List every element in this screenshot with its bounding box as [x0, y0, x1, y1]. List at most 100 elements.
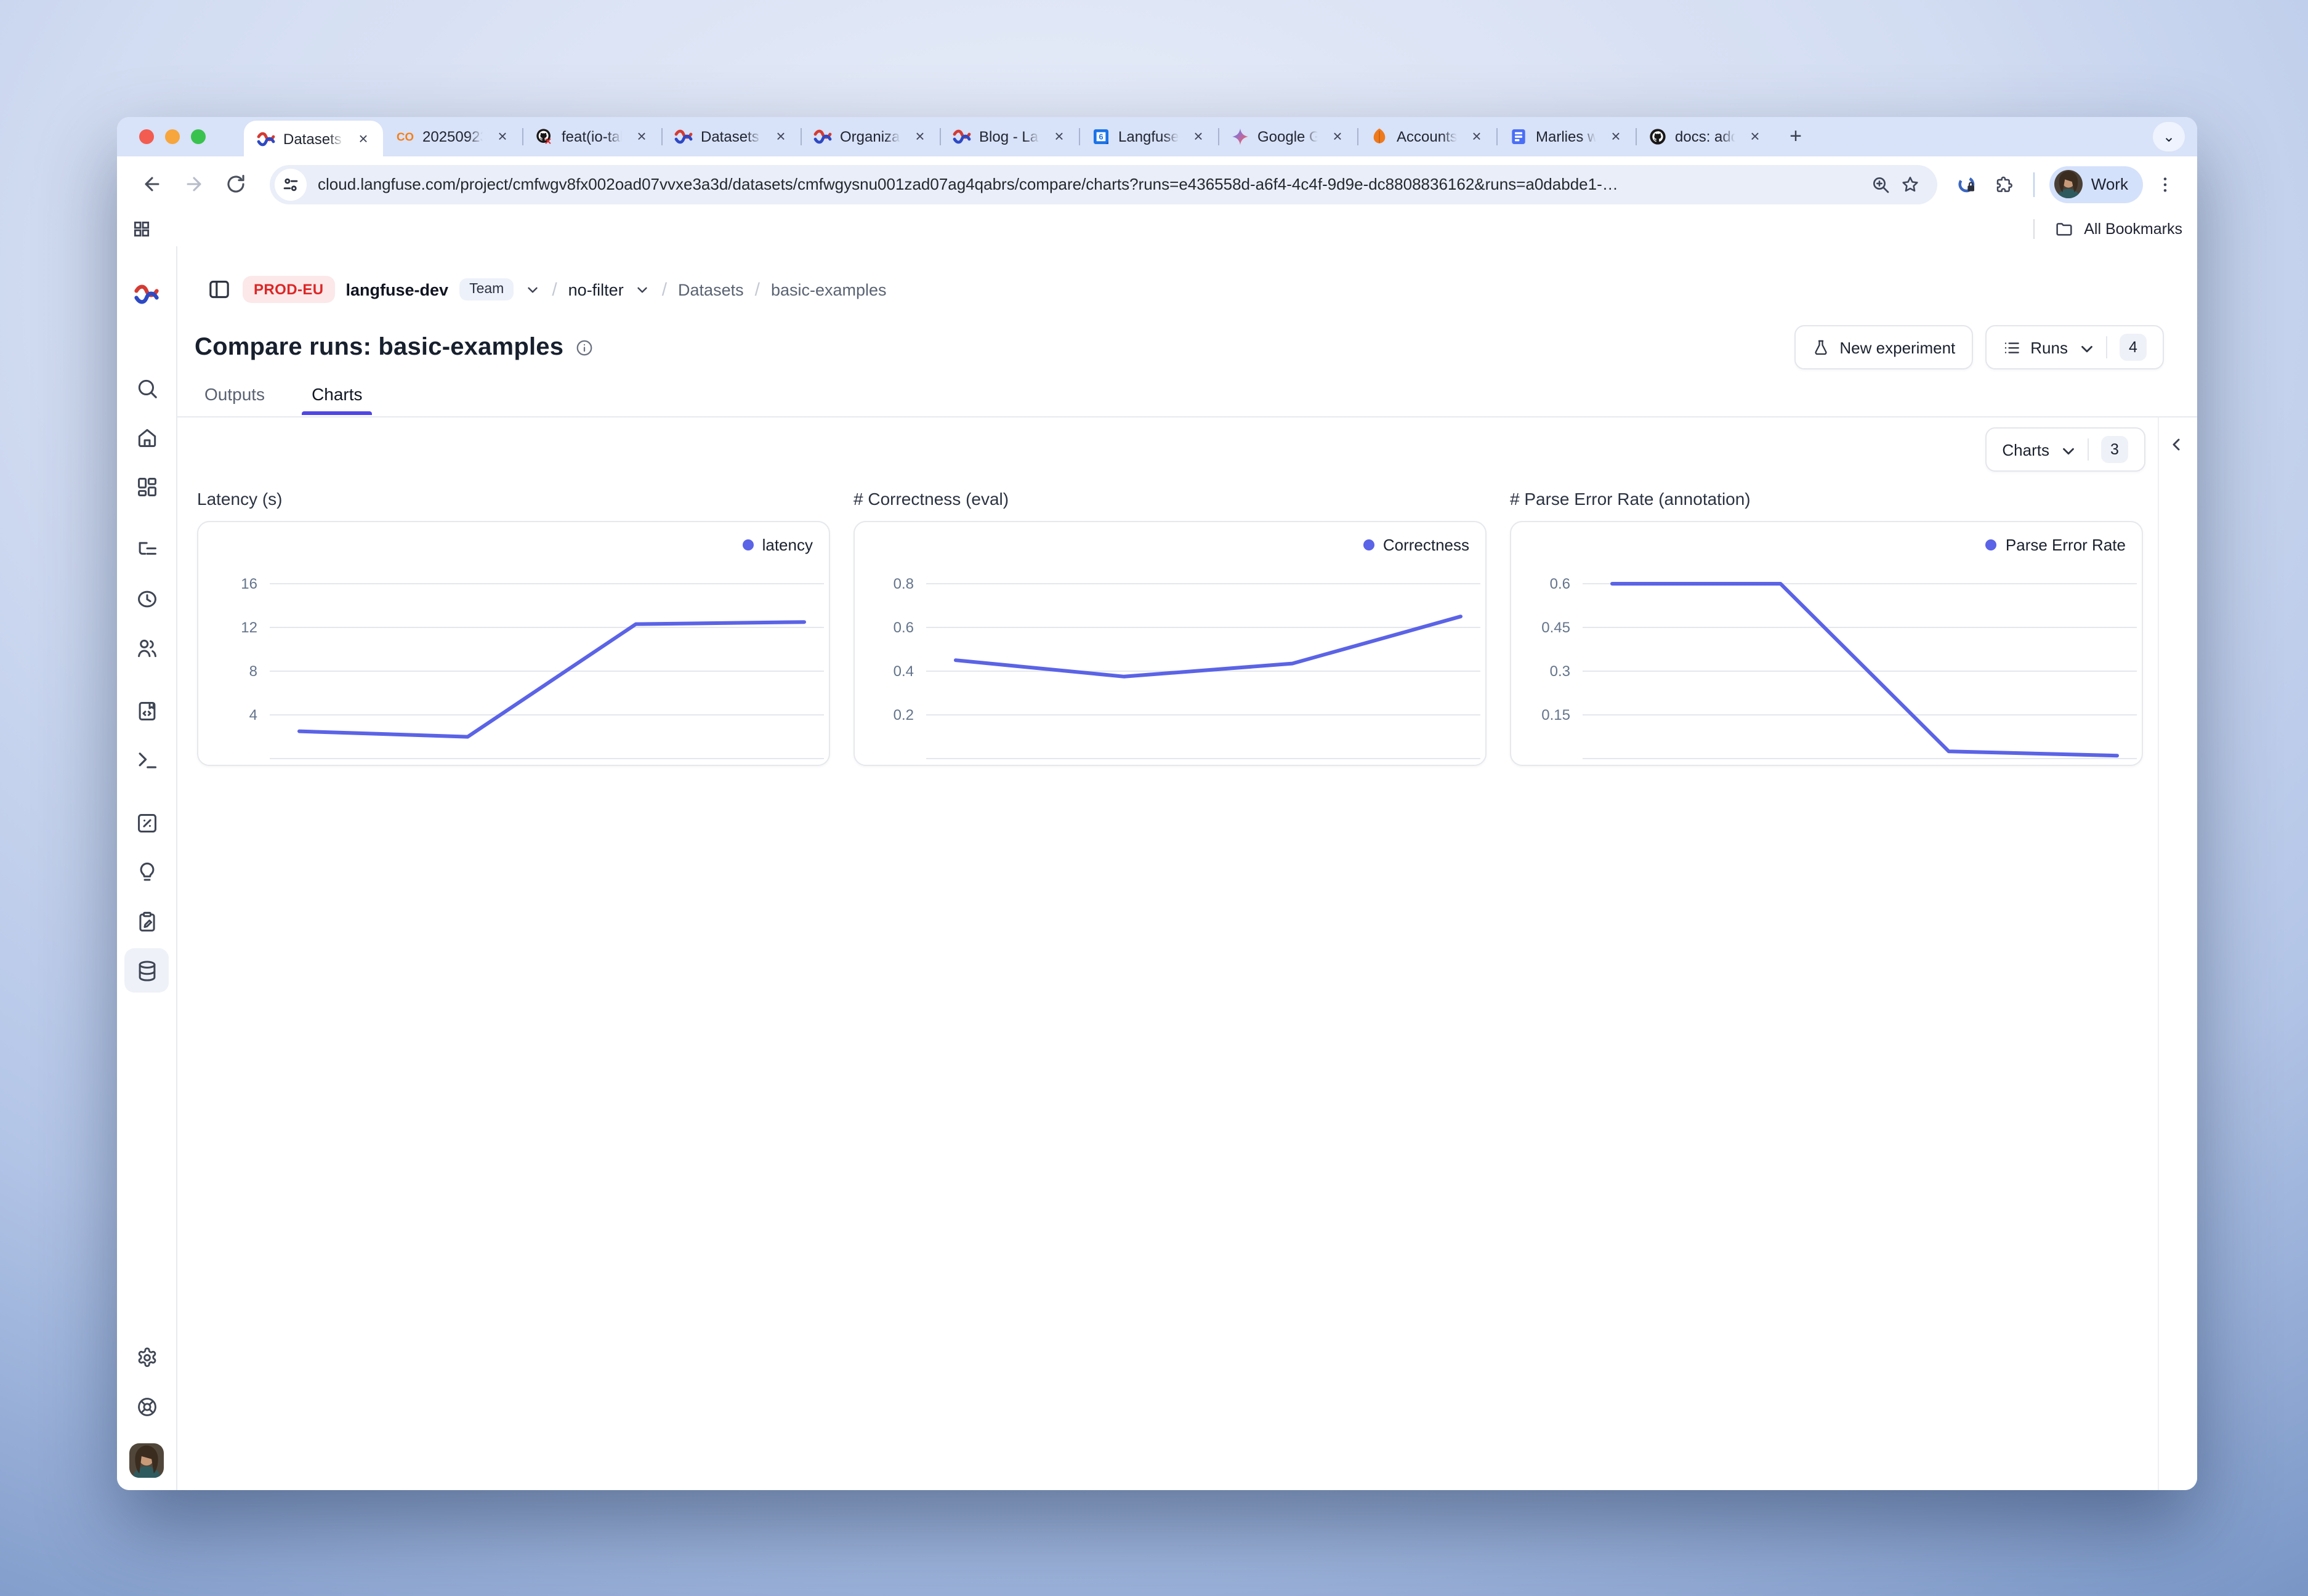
chart-group-1: # Correctness (eval) Correctness0.80.60.4…: [853, 472, 1487, 766]
back-button[interactable]: [134, 167, 169, 201]
browser-tab-0[interactable]: Datasets | L ×: [244, 121, 383, 156]
y-tick-label: 0.6: [894, 619, 914, 636]
sidebar-item-prompts[interactable]: [124, 686, 169, 735]
tab-close-icon[interactable]: ×: [910, 127, 930, 147]
sidebar-item-annotation[interactable]: [124, 897, 169, 946]
sidebar-item-home[interactable]: [124, 413, 169, 462]
y-tick-label: 0.2: [894, 707, 914, 723]
chevron-down-icon: [2078, 339, 2094, 355]
minimize-window-button[interactable]: [165, 129, 180, 144]
sidebar-item-search[interactable]: [124, 363, 169, 413]
browser-tab-10[interactable]: docs: add g×: [1636, 117, 1775, 156]
browser-menu-icon[interactable]: [2150, 169, 2180, 199]
environment-badge[interactable]: PROD-EU: [243, 276, 335, 303]
page-title: Compare runs: basic-examples: [195, 333, 563, 361]
onepassword-extension-icon[interactable]: [1952, 169, 1982, 199]
langfuse-favicon: [256, 129, 276, 148]
browser-tab-2[interactable]: ✕feat(io-tab×: [522, 117, 661, 156]
zoom-page-icon[interactable]: [1866, 169, 1895, 199]
tab-close-icon[interactable]: ×: [1049, 127, 1069, 147]
chart-card[interactable]: Parse Error Rate0.60.450.30.15: [1510, 521, 2143, 766]
browser-tab-5[interactable]: Blog - Lang×: [940, 117, 1079, 156]
address-bar[interactable]: cloud.langfuse.com/project/cmfwgv8fx002o…: [270, 164, 1937, 204]
dashboard-icon: [135, 475, 158, 498]
bookmark-star-icon[interactable]: [1895, 169, 1925, 199]
runs-dropdown-button[interactable]: Runs 4: [1985, 325, 2164, 369]
tab-close-icon[interactable]: ×: [1188, 127, 1208, 147]
chart-card[interactable]: Correctness0.80.60.40.2: [853, 521, 1487, 766]
tab-close-icon[interactable]: ×: [493, 127, 512, 147]
tab-close-icon[interactable]: ×: [1745, 127, 1765, 147]
tab-outputs[interactable]: Outputs: [197, 384, 272, 415]
sidebar-item-scores[interactable]: [124, 798, 169, 847]
extensions-puzzle-icon[interactable]: [1989, 169, 2019, 199]
sidebar-item-tracing[interactable]: [124, 525, 169, 574]
sidebar-item-datasets[interactable]: [124, 948, 169, 993]
browser-tab-7[interactable]: Google Ge ×: [1218, 117, 1357, 156]
url-text[interactable]: cloud.langfuse.com/project/cmfwgv8fx002o…: [318, 175, 1866, 193]
chart-card[interactable]: latency161284: [197, 521, 830, 766]
new-experiment-button[interactable]: New experiment: [1794, 325, 1972, 369]
tab-close-icon[interactable]: ×: [353, 129, 373, 148]
user-avatar[interactable]: [129, 1443, 164, 1478]
close-window-button[interactable]: [139, 129, 154, 144]
y-tick-label: 0.3: [1550, 663, 1570, 680]
browser-tab-4[interactable]: Organizatio×: [801, 117, 940, 156]
profile-chip[interactable]: Work: [2049, 166, 2143, 203]
sidebar-item-playground[interactable]: [124, 735, 169, 784]
org-name[interactable]: langfuse-dev: [346, 280, 449, 299]
github-favicon: [1648, 127, 1668, 147]
breadcrumb-separator: /: [662, 279, 667, 300]
sidebar-item-evaluation[interactable]: [124, 847, 169, 897]
browser-tab-3[interactable]: Datasets | L×: [661, 117, 801, 156]
browser-tab-8[interactable]: Accounts |×: [1357, 117, 1496, 156]
sidebar-item-sessions[interactable]: [124, 574, 169, 623]
forward-button[interactable]: [176, 167, 211, 201]
chart-title: # Correctness (eval): [853, 489, 1487, 511]
panel-toggle-icon[interactable]: [207, 277, 232, 302]
reload-icon: [225, 174, 246, 195]
collapse-panel-icon[interactable]: [2166, 435, 2186, 454]
browser-tab-1[interactable]: CO20250923×: [383, 117, 522, 156]
project-name[interactable]: no-filter: [568, 280, 624, 299]
accounts-favicon: [1370, 127, 1389, 147]
tab-title: Datasets | L: [283, 130, 346, 147]
co-favicon: CO: [395, 127, 415, 147]
tab-title: Langfuse -: [1118, 128, 1181, 145]
breadcrumb-separator: /: [552, 279, 557, 300]
tab-close-icon[interactable]: ×: [1467, 127, 1487, 147]
reload-button[interactable]: [218, 167, 252, 201]
info-icon[interactable]: [575, 338, 593, 357]
breadcrumb-datasets-link[interactable]: Datasets: [678, 280, 744, 299]
tab-search-button[interactable]: ⌄: [2153, 122, 2185, 151]
leaf-favicon: [1370, 127, 1389, 147]
tab-close-icon[interactable]: ×: [771, 127, 791, 147]
zoom-window-button[interactable]: [191, 129, 206, 144]
sidebar-item-users[interactable]: [124, 623, 169, 672]
sidebar-item-settings[interactable]: [124, 1332, 169, 1382]
browser-tab-9[interactable]: Marlies we×: [1496, 117, 1636, 156]
tab-title: feat(io-tab: [562, 128, 624, 145]
sidebar-item-support[interactable]: [124, 1382, 169, 1431]
tab-title: Google Ge: [1257, 128, 1320, 145]
new-tab-button[interactable]: +: [1780, 121, 1812, 153]
chevron-down-icon[interactable]: [525, 281, 541, 297]
profile-label: Work: [2091, 175, 2128, 193]
y-tick-label: 0.45: [1541, 619, 1570, 636]
sidebar-item-dashboard[interactable]: [124, 462, 169, 511]
tab-charts[interactable]: Charts: [304, 384, 369, 415]
breadcrumb-dataset-name[interactable]: basic-examples: [771, 280, 887, 299]
tab-close-icon[interactable]: ×: [1328, 127, 1347, 147]
datasets-icon: [135, 959, 158, 982]
all-bookmarks[interactable]: All Bookmarks: [2033, 219, 2182, 239]
tab-close-icon[interactable]: ×: [1606, 127, 1626, 147]
charts-dropdown-button[interactable]: Charts 3: [1985, 427, 2145, 472]
tab-groups-grid-icon[interactable]: [132, 219, 151, 239]
chevron-down-icon[interactable]: [635, 281, 651, 297]
site-settings-icon[interactable]: [275, 168, 307, 200]
browser-tab-6[interactable]: 6 Langfuse - ×: [1079, 117, 1218, 156]
svg-text:6: 6: [1099, 133, 1103, 142]
tab-close-icon[interactable]: ×: [632, 127, 652, 147]
langfuse-favicon: [674, 127, 693, 147]
langfuse-logo[interactable]: [133, 281, 160, 308]
